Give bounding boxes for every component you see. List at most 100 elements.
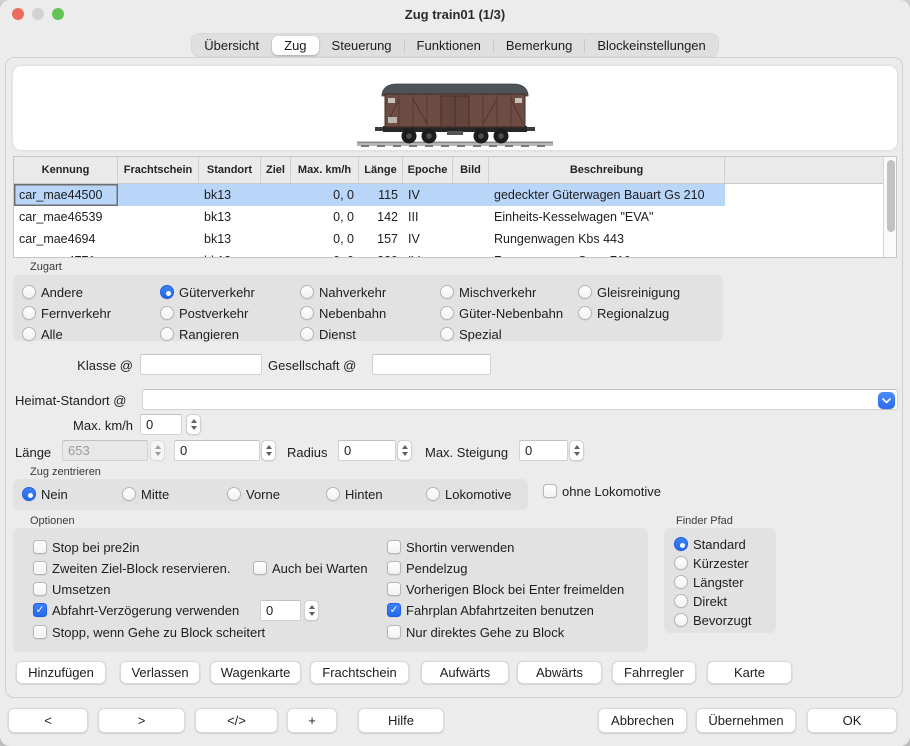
radio-mitte[interactable]: Mitte: [122, 486, 169, 502]
max-kmh-input[interactable]: [140, 414, 182, 435]
laenge-total-stepper: [150, 440, 165, 461]
laenge-stepper[interactable]: [261, 440, 276, 461]
checkbox-fahrplan-abfahrtzeiten[interactable]: Fahrplan Abfahrtzeiten benutzen: [387, 602, 594, 618]
finder-pfad-groupbox: Standard Kürzester Längster Direkt Bevor…: [664, 528, 776, 633]
radio-rangieren[interactable]: Rangieren: [160, 326, 239, 342]
col-beschreibung[interactable]: Beschreibung: [489, 157, 725, 183]
checkbox-stop-bei-pre2in[interactable]: Stop bei pre2in: [33, 539, 139, 555]
checkbox-auch-bei-warten[interactable]: Auch bei Warten: [253, 560, 368, 576]
tab-bar: Übersicht Zug Steuerung Funktionen Bemer…: [0, 33, 910, 57]
radius-stepper[interactable]: [397, 440, 412, 461]
checkbox-umsetzen[interactable]: Umsetzen: [33, 581, 111, 597]
wagenkarte-button[interactable]: Wagenkarte: [210, 661, 301, 684]
radio-fernverkehr[interactable]: Fernverkehr: [22, 305, 111, 321]
add-button[interactable]: +: [287, 708, 337, 733]
chevron-down-icon[interactable]: [878, 392, 895, 409]
xml-button[interactable]: </>: [195, 708, 278, 733]
tab-blockeinstellungen[interactable]: Blockeinstellungen: [585, 36, 717, 55]
checkbox-nur-direktes-gehe[interactable]: Nur direktes Gehe zu Block: [387, 624, 564, 640]
radio-andere[interactable]: Andere: [22, 284, 83, 300]
ok-button[interactable]: OK: [807, 708, 897, 733]
checkbox-zweiten-ziel-block[interactable]: Zweiten Ziel-Block reservieren.: [33, 560, 230, 576]
optionen-group-label: Optionen: [30, 515, 75, 527]
radio-nein[interactable]: Nein: [22, 486, 68, 502]
radio-kuerzester[interactable]: Kürzester: [674, 555, 749, 571]
klasse-input[interactable]: [140, 354, 262, 375]
heimat-standort-label: Heimat-Standort @: [15, 393, 126, 408]
uebernehmen-button[interactable]: Übernehmen: [696, 708, 796, 733]
laenge-label: Länge: [15, 445, 51, 460]
scrollbar-thumb[interactable]: [887, 160, 895, 232]
tab-steuerung[interactable]: Steuerung: [320, 36, 404, 55]
table-row[interactable]: car_mae4694 bk13 0, 0 157 IV Rungenwagen…: [14, 228, 884, 250]
karte-button[interactable]: Karte: [707, 661, 792, 684]
checkbox-abfahrt-verzoegerung[interactable]: Abfahrt-Verzögerung verwenden: [33, 602, 239, 618]
max-steigung-input[interactable]: [519, 440, 568, 461]
tab-bemerkung[interactable]: Bemerkung: [494, 36, 584, 55]
verzoegerung-input[interactable]: [260, 600, 301, 621]
col-max-kmh[interactable]: Max. km/h: [291, 157, 359, 183]
laenge-input[interactable]: [174, 440, 260, 461]
tab-uebersicht[interactable]: Übersicht: [192, 36, 271, 55]
table-row[interactable]: car_mae4771 bk13 0, 0 339 IV Rungenwagen…: [14, 250, 884, 258]
checkbox-vorherigen-block-freimelden[interactable]: Vorherigen Block bei Enter freimelden: [387, 581, 624, 597]
col-laenge[interactable]: Länge: [359, 157, 403, 183]
radio-spezial[interactable]: Spezial: [440, 326, 502, 342]
zentrieren-group-label: Zug zentrieren: [30, 466, 101, 478]
checkbox-pendelzug[interactable]: Pendelzug: [387, 560, 467, 576]
abbrechen-button[interactable]: Abbrechen: [598, 708, 687, 733]
radio-gueter-nebenbahn[interactable]: Güter-Nebenbahn: [440, 305, 563, 321]
fahrregler-button[interactable]: Fahrregler: [612, 661, 696, 684]
wagon-image: [355, 77, 555, 151]
col-epoche[interactable]: Epoche: [403, 157, 453, 183]
hilfe-button[interactable]: Hilfe: [358, 708, 444, 733]
col-bild[interactable]: Bild: [453, 157, 489, 183]
abwaerts-button[interactable]: Abwärts: [517, 661, 602, 684]
optionen-groupbox: Stop bei pre2in Zweiten Ziel-Block reser…: [13, 528, 648, 652]
checkbox-stopp-gehe-zu-block[interactable]: Stopp, wenn Gehe zu Block scheitert: [33, 624, 265, 640]
frachtschein-button[interactable]: Frachtschein: [310, 661, 409, 684]
checkbox-shortin[interactable]: Shortin verwenden: [387, 539, 514, 555]
radio-laengster[interactable]: Längster: [674, 574, 744, 590]
tab-funktionen[interactable]: Funktionen: [405, 36, 493, 55]
max-steigung-stepper[interactable]: [569, 440, 584, 461]
table-row[interactable]: car_mae44500 bk13 0, 0 115 IV gedeckter …: [14, 184, 884, 206]
col-ziel[interactable]: Ziel: [261, 157, 291, 183]
prev-button[interactable]: <: [8, 708, 88, 733]
radio-gleisreinigung[interactable]: Gleisreinigung: [578, 284, 680, 300]
checkbox-ohne-lokomotive[interactable]: ohne Lokomotive: [543, 483, 661, 499]
table-scrollbar[interactable]: [883, 157, 896, 257]
radio-nebenbahn[interactable]: Nebenbahn: [300, 305, 386, 321]
table-row[interactable]: car_mae46539 bk13 0, 0 142 III Einheits-…: [14, 206, 884, 228]
tab-zug[interactable]: Zug: [272, 36, 318, 55]
radio-gueterverkehr[interactable]: Güterverkehr: [160, 284, 255, 300]
aufwaerts-button[interactable]: Aufwärts: [421, 661, 509, 684]
zentrieren-groupbox: Nein Mitte Vorne Hinten Lokomotive: [13, 479, 528, 510]
radius-input[interactable]: [338, 440, 396, 461]
radio-direkt[interactable]: Direkt: [674, 593, 727, 609]
radio-vorne[interactable]: Vorne: [227, 486, 280, 502]
gesellschaft-input[interactable]: [372, 354, 491, 375]
hinzufuegen-button[interactable]: Hinzufügen: [16, 661, 106, 684]
radio-hinten[interactable]: Hinten: [326, 486, 383, 502]
gesellschaft-label: Gesellschaft @: [268, 358, 356, 373]
radio-alle[interactable]: Alle: [22, 326, 63, 342]
wagon-table: Kennung Frachtschein Standort Ziel Max. …: [13, 156, 897, 258]
klasse-label: Klasse @: [70, 358, 133, 373]
radio-regionalzug[interactable]: Regionalzug: [578, 305, 669, 321]
next-button[interactable]: >: [98, 708, 185, 733]
radio-dienst[interactable]: Dienst: [300, 326, 356, 342]
verlassen-button[interactable]: Verlassen: [120, 661, 200, 684]
radio-postverkehr[interactable]: Postverkehr: [160, 305, 248, 321]
radio-lokomotive[interactable]: Lokomotive: [426, 486, 511, 502]
col-kennung[interactable]: Kennung: [14, 157, 118, 183]
radio-mischverkehr[interactable]: Mischverkehr: [440, 284, 536, 300]
max-kmh-stepper[interactable]: [186, 414, 201, 435]
verzoegerung-stepper[interactable]: [304, 600, 319, 621]
radio-bevorzugt[interactable]: Bevorzugt: [674, 612, 752, 628]
col-standort[interactable]: Standort: [199, 157, 261, 183]
radio-standard[interactable]: Standard: [674, 536, 746, 552]
col-frachtschein[interactable]: Frachtschein: [118, 157, 199, 183]
heimat-standort-combobox[interactable]: [142, 389, 898, 410]
radio-nahverkehr[interactable]: Nahverkehr: [300, 284, 386, 300]
